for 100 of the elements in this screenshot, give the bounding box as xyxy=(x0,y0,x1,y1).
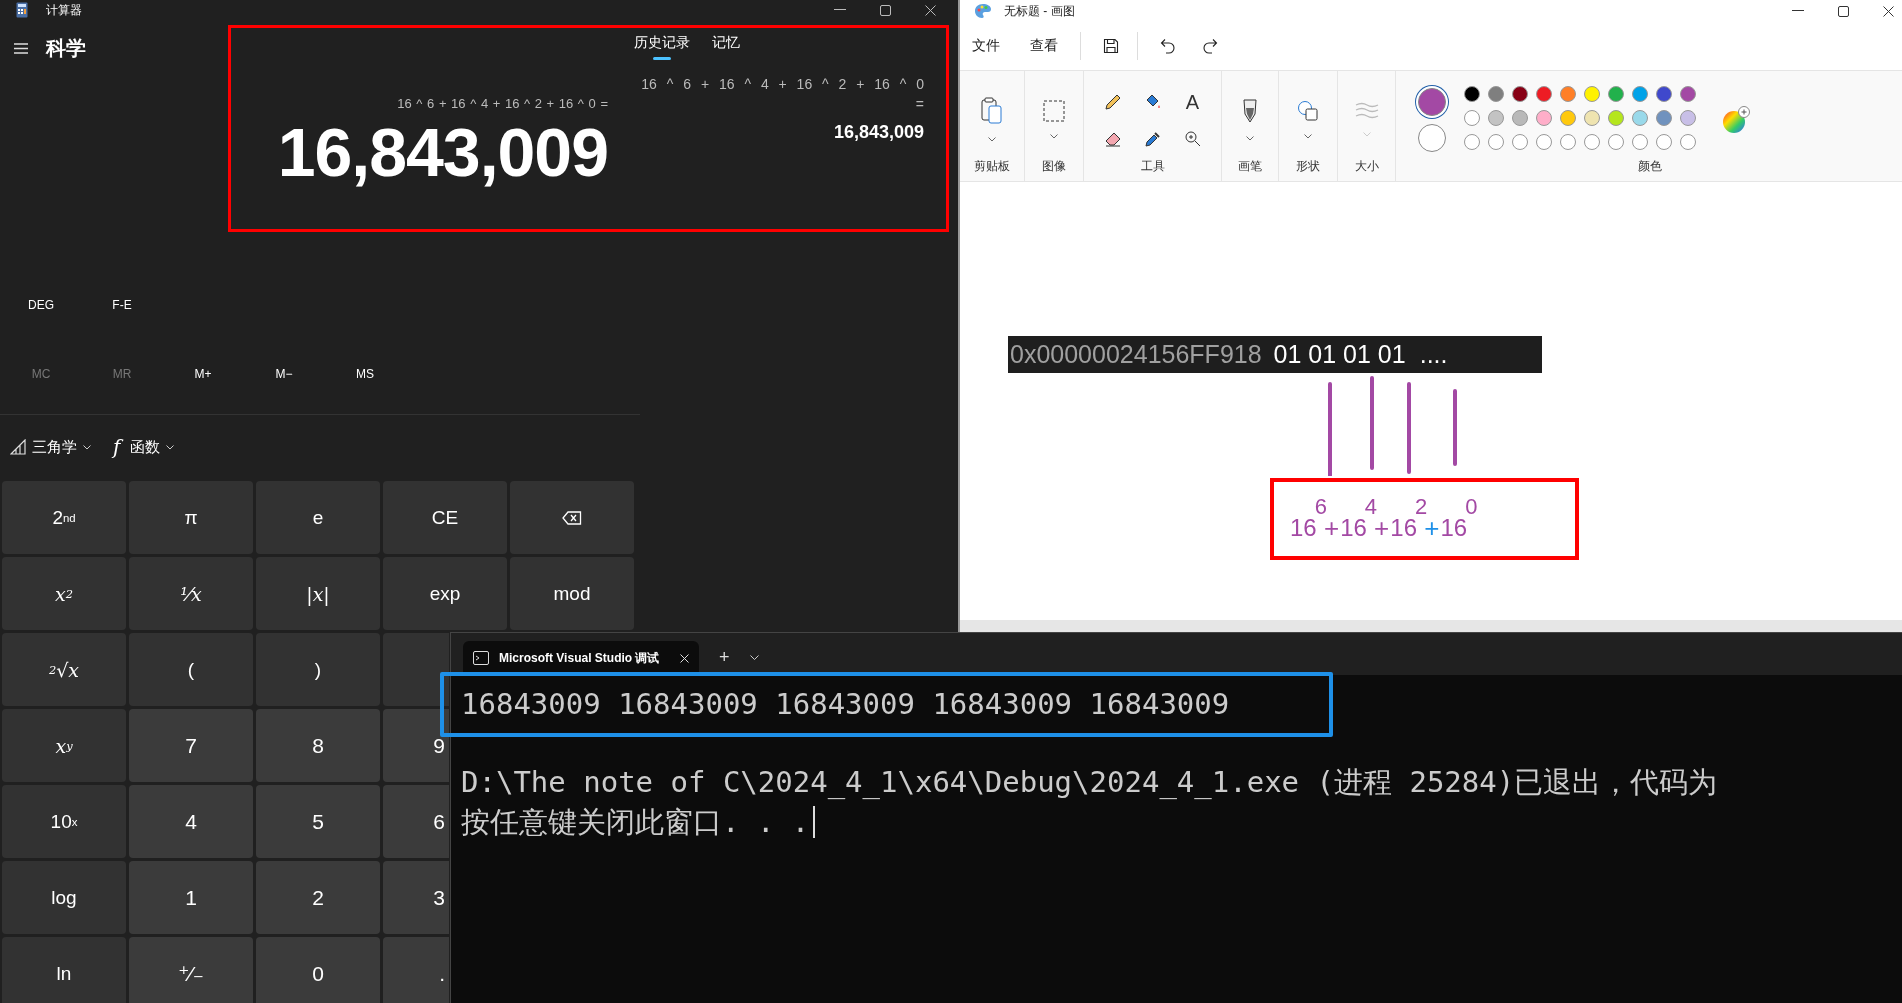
calculator-key[interactable]: ⁺⁄₋ xyxy=(129,937,253,1003)
color-swatch[interactable] xyxy=(1488,109,1504,126)
custom-color-slot[interactable] xyxy=(1536,133,1552,150)
calculator-key[interactable]: log xyxy=(2,861,126,934)
close-icon[interactable] xyxy=(925,4,936,16)
color-swatch[interactable] xyxy=(1656,109,1672,126)
color-swatch[interactable] xyxy=(1512,109,1528,126)
undo-icon[interactable] xyxy=(1160,38,1176,54)
custom-color-slot[interactable] xyxy=(1560,133,1576,150)
calculator-key[interactable]: |x| xyxy=(256,557,380,630)
calculator-key[interactable]: π xyxy=(129,481,253,554)
selection-icon[interactable] xyxy=(1043,100,1065,122)
color-swatch[interactable] xyxy=(1560,85,1576,102)
chevron-down-icon[interactable] xyxy=(1304,134,1312,139)
calculator-key[interactable]: 8 xyxy=(256,709,380,782)
calculator-key[interactable]: e xyxy=(256,481,380,554)
custom-color-slot[interactable] xyxy=(1680,133,1696,150)
color-swatch[interactable] xyxy=(1488,85,1504,102)
calculator-key[interactable]: ( xyxy=(129,633,253,706)
memory-button[interactable]: M+ xyxy=(163,367,243,381)
chevron-down-icon xyxy=(83,444,91,450)
dropdown-button[interactable]: f 函数 xyxy=(113,435,175,459)
mode-button[interactable]: F-E xyxy=(82,298,162,312)
custom-color-slot[interactable] xyxy=(1512,133,1528,150)
custom-color-slot[interactable] xyxy=(1656,133,1672,150)
calculator-key[interactable]: 7 xyxy=(129,709,253,782)
color-swatch[interactable] xyxy=(1680,85,1696,102)
color-swatch[interactable] xyxy=(1464,109,1480,126)
color-swatch[interactable] xyxy=(1632,85,1648,102)
calculator-key[interactable]: CE xyxy=(383,481,507,554)
calculator-key[interactable]: ¹⁄x xyxy=(129,557,253,630)
pencil-icon[interactable] xyxy=(1103,92,1122,111)
maximize-icon[interactable] xyxy=(880,4,891,16)
color-wheel-icon[interactable] xyxy=(1722,105,1750,134)
chevron-down-icon[interactable] xyxy=(1246,136,1254,141)
calculator-key[interactable]: ) xyxy=(256,633,380,706)
color-swatch[interactable] xyxy=(1656,85,1672,102)
zoom-icon[interactable] xyxy=(1183,129,1202,148)
color-swatch[interactable] xyxy=(1560,109,1576,126)
color-swatch[interactable] xyxy=(1536,85,1552,102)
memory-button[interactable]: MS xyxy=(325,367,405,381)
chevron-down-icon[interactable] xyxy=(1050,134,1058,139)
calculator-key[interactable] xyxy=(383,633,449,706)
eyedropper-icon[interactable] xyxy=(1143,129,1162,148)
current-color-swatch[interactable] xyxy=(1418,87,1446,116)
calculator-key[interactable]: . xyxy=(383,937,449,1003)
calculator-key[interactable]: 1 xyxy=(129,861,253,934)
custom-color-slot[interactable] xyxy=(1488,133,1504,150)
menu-item[interactable]: 查看 xyxy=(1030,37,1058,55)
minimize-icon[interactable] xyxy=(834,9,846,11)
calculator-key[interactable]: ln xyxy=(2,937,126,1003)
color-swatch[interactable] xyxy=(1536,109,1552,126)
custom-color-slot[interactable] xyxy=(1464,133,1480,150)
color-swatch[interactable] xyxy=(1464,85,1480,102)
mode-button[interactable]: DEG xyxy=(1,298,81,312)
minimize-icon[interactable] xyxy=(1792,10,1804,12)
calculator-key[interactable]: 2 xyxy=(256,861,380,934)
custom-color-slot[interactable] xyxy=(1584,133,1600,150)
history-tab[interactable]: 历史记录 xyxy=(634,30,690,60)
terminal-tab[interactable]: Microsoft Visual Studio 调试 xyxy=(463,641,699,675)
dropdown-button[interactable]: 三角学 xyxy=(10,437,91,457)
redo-icon[interactable] xyxy=(1202,38,1218,54)
color-swatch[interactable] xyxy=(1632,109,1648,126)
maximize-icon[interactable] xyxy=(1838,5,1849,17)
shapes-icon[interactable] xyxy=(1297,100,1319,122)
custom-color-slot[interactable] xyxy=(1632,133,1648,150)
calculator-key[interactable]: 4 xyxy=(129,785,253,858)
brush-icon[interactable] xyxy=(1242,98,1258,124)
clipboard-icon[interactable] xyxy=(981,97,1003,125)
calculator-key[interactable]: exp xyxy=(383,557,507,630)
memory-button[interactable]: M− xyxy=(244,367,324,381)
color-swatch[interactable] xyxy=(1584,85,1600,102)
calculator-key[interactable]: 6 xyxy=(383,785,449,858)
color-swatch[interactable] xyxy=(1608,109,1624,126)
menu-icon[interactable] xyxy=(14,42,28,54)
color-swatch[interactable] xyxy=(1680,109,1696,126)
color-swatch[interactable] xyxy=(1512,85,1528,102)
menu-item[interactable]: 文件 xyxy=(972,37,1000,55)
calculator-key[interactable]: 10$^{x}$ xyxy=(2,785,126,858)
calculator-key[interactable]: 0 xyxy=(256,937,380,1003)
calculator-key[interactable]: x$^{y}$ xyxy=(2,709,126,782)
history-expression[interactable]: 16 ^ 6 + 16 ^ 4 + 16 ^ 2 + 16 ^ 0 = xyxy=(634,74,924,114)
history-result[interactable]: 16,843,009 xyxy=(833,122,924,143)
new-tab-button[interactable]: + xyxy=(719,646,730,668)
calculator-key[interactable]: $^{2}$√x xyxy=(2,633,126,706)
calculator-key[interactable]: x$^{2}$ xyxy=(2,557,126,630)
chevron-down-icon[interactable] xyxy=(988,137,996,142)
calculator-key[interactable]: 3 xyxy=(383,861,449,934)
custom-color-slot[interactable] xyxy=(1608,133,1624,150)
save-icon[interactable] xyxy=(1103,38,1119,54)
current-color-swatch[interactable] xyxy=(1418,123,1446,152)
history-tab[interactable]: 记忆 xyxy=(712,30,740,60)
close-icon[interactable] xyxy=(1883,5,1894,17)
calculator-key[interactable]: 5 xyxy=(256,785,380,858)
calculator-key[interactable]: mod xyxy=(510,557,634,630)
calculator-key[interactable]: 9 xyxy=(383,709,449,782)
calculator-key[interactable]: 2$^{nd}$ xyxy=(2,481,126,554)
text-tool[interactable]: A xyxy=(1185,91,1200,112)
color-swatch[interactable] xyxy=(1584,109,1600,126)
color-swatch[interactable] xyxy=(1608,85,1624,102)
